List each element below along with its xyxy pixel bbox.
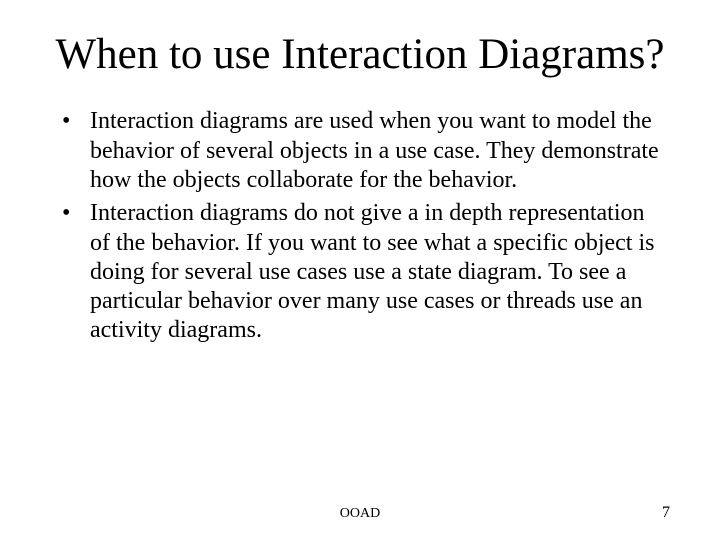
bullet-list: Interaction diagrams are used when you w…	[50, 107, 670, 345]
slide: When to use Interaction Diagrams? Intera…	[0, 0, 720, 540]
page-number: 7	[662, 504, 670, 522]
footer-label: OOAD	[0, 506, 720, 522]
list-item: Interaction diagrams are used when you w…	[62, 107, 670, 195]
list-item: Interaction diagrams do not give a in de…	[62, 199, 670, 345]
slide-title: When to use Interaction Diagrams?	[50, 30, 670, 79]
